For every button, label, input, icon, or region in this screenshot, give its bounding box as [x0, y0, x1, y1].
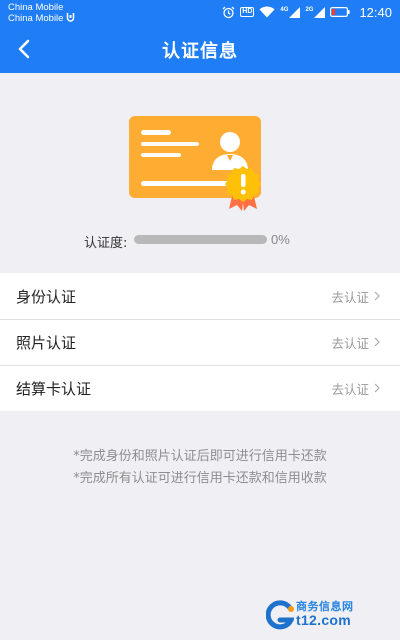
verification-notes: *完成身份和照片认证后即可进行信用卡还款 *完成所有认证可进行信用卡还款和信用收…: [0, 446, 400, 490]
wifi-icon: [259, 6, 275, 18]
battery-icon: [330, 7, 351, 17]
go-verify-label: 去认证: [331, 335, 369, 351]
list-item-label: 照片认证: [16, 333, 77, 352]
notification-icon: [66, 13, 75, 22]
list-item-label: 结算卡认证: [16, 379, 92, 398]
watermark-url: t12.com: [296, 612, 352, 628]
alarm-icon: [222, 6, 235, 18]
app-header: China Mobile China Mobile HD 4G 2G 12:40…: [0, 0, 400, 73]
list-item-id-verification[interactable]: 身份认证 去认证: [0, 273, 400, 319]
verification-list: 身份认证 去认证 照片认证 去认证 结算卡认证 去认证: [0, 273, 400, 411]
id-card-illustration: [129, 116, 261, 211]
progress-value: 0%: [271, 232, 290, 247]
network-type-2: 2G: [305, 6, 326, 18]
go-verify-action[interactable]: 去认证: [331, 287, 380, 306]
logo-icon: [266, 600, 294, 630]
signal-icon: [314, 6, 326, 18]
list-item-photo-verification[interactable]: 照片认证 去认证: [0, 319, 400, 365]
go-verify-label: 去认证: [331, 289, 369, 305]
list-item-label: 身份认证: [16, 287, 77, 306]
note-line-2: *完成所有认证可进行信用卡还款和信用收款: [73, 471, 327, 486]
go-verify-action[interactable]: 去认证: [331, 333, 380, 352]
go-verify-action[interactable]: 去认证: [331, 379, 380, 398]
carrier-label-1: China Mobile: [8, 2, 64, 13]
watermark-logo: 商务信息网 t12.com: [266, 596, 366, 634]
chevron-right-icon: [374, 383, 380, 393]
list-item-settlement-card-verification[interactable]: 结算卡认证 去认证: [0, 365, 400, 411]
go-verify-label: 去认证: [331, 381, 369, 397]
chevron-right-icon: [374, 337, 380, 347]
carrier-label-2: China Mobile: [8, 13, 64, 24]
nav-bar: 认证信息: [0, 25, 400, 73]
network-type-1: 4G: [280, 6, 301, 18]
chevron-right-icon: [374, 291, 380, 301]
status-icons: HD 4G 2G 12:40: [222, 4, 392, 20]
status-bar: China Mobile China Mobile HD 4G 2G 12:40: [0, 0, 400, 25]
hd-badge: HD: [240, 7, 255, 17]
note-line-1: *完成身份和照片认证后即可进行信用卡还款: [73, 449, 327, 464]
progress-bar: [134, 235, 267, 244]
signal-icon: [289, 6, 301, 18]
carrier-info: China Mobile China Mobile: [8, 2, 75, 24]
verification-progress: 认证度: 0%: [0, 230, 400, 251]
page-title: 认证信息: [162, 41, 238, 62]
progress-label: 认证度:: [84, 236, 128, 251]
status-time: 12:40: [359, 4, 392, 20]
